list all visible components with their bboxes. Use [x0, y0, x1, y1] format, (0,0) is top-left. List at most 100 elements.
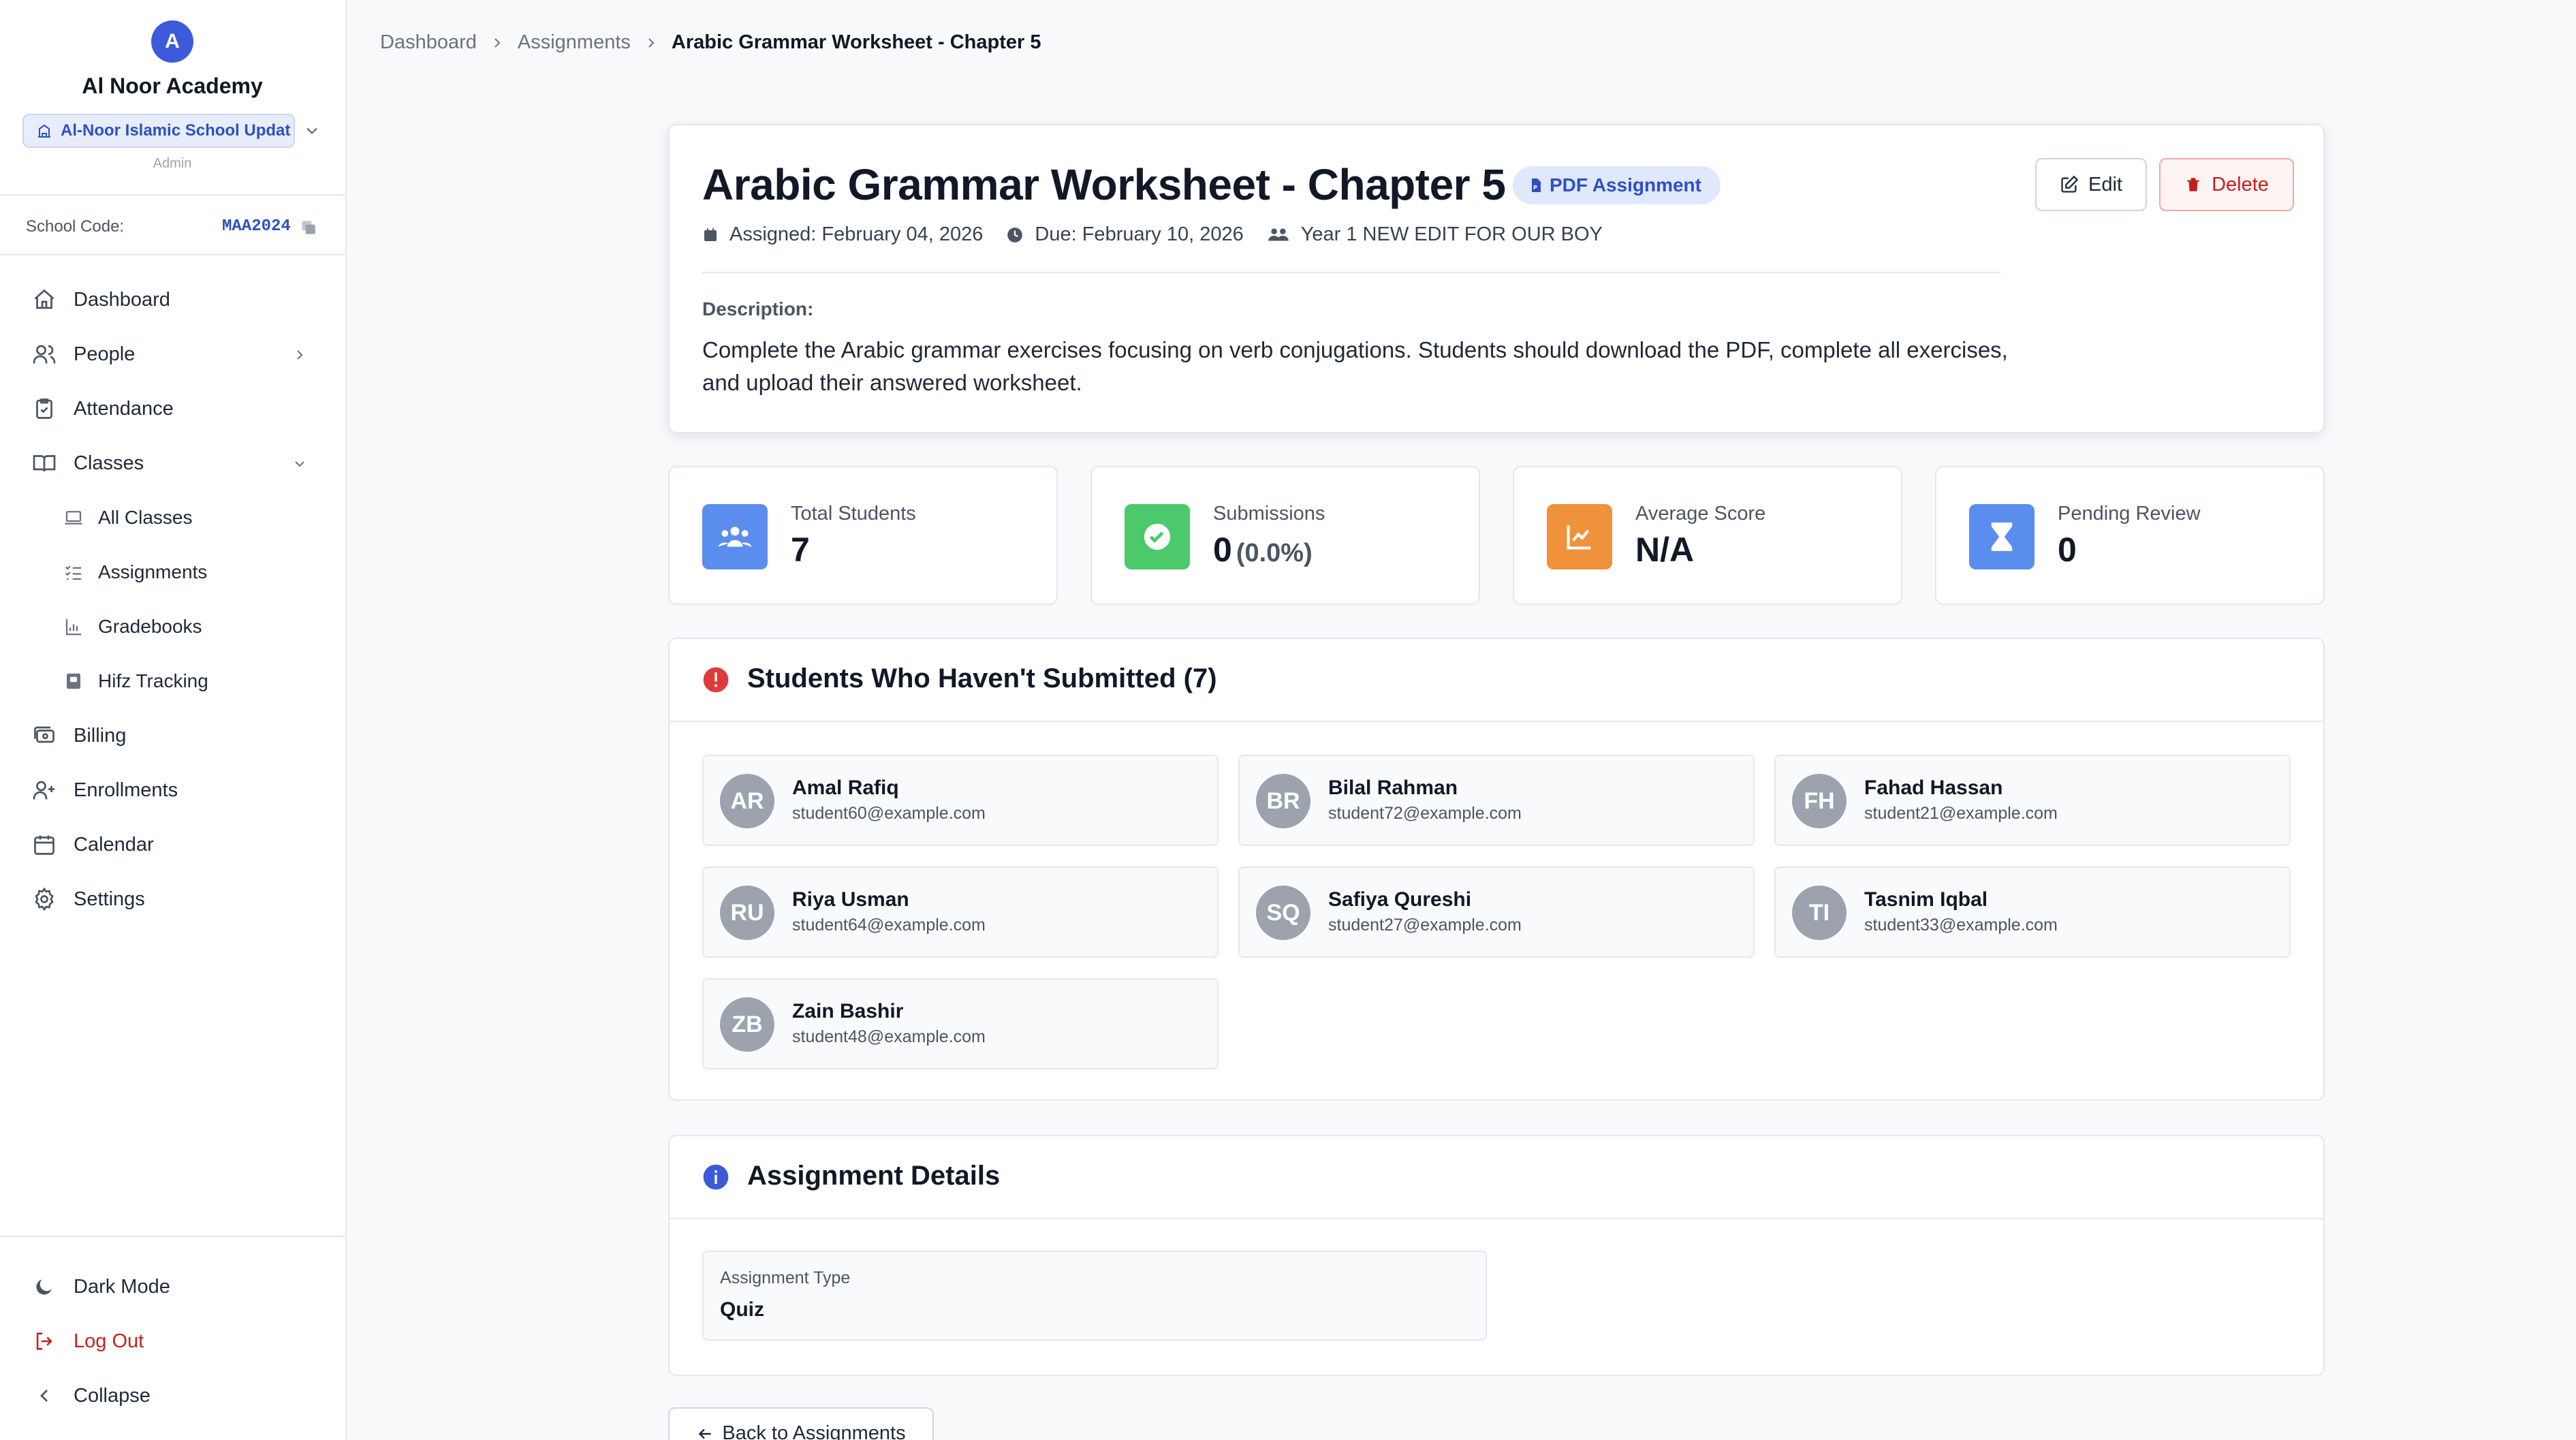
- sidebar-item-label: Dashboard: [74, 288, 170, 311]
- check-circle-icon: [1125, 504, 1190, 569]
- student-name: Bilal Rahman: [1328, 777, 1458, 799]
- stat-total-students: Total Students 7: [668, 466, 1058, 605]
- sidebar-item-label: Hifz Tracking: [98, 670, 208, 691]
- sidebar-item-billing[interactable]: Billing: [16, 713, 328, 758]
- list-item[interactable]: FH Fahad Hassan student21@example.com: [1774, 755, 2291, 846]
- clipboard-check-icon: [30, 394, 59, 423]
- logout-button[interactable]: Log Out: [16, 1319, 328, 1364]
- user-role: Admin: [153, 156, 192, 171]
- svg-text:P: P: [1533, 185, 1537, 191]
- academy-name: Al Noor Academy: [82, 74, 263, 98]
- avatar: ZB: [720, 997, 774, 1052]
- dark-mode-toggle[interactable]: Dark Mode: [16, 1264, 328, 1309]
- description-text: Complete the Arabic grammar exercises fo…: [702, 337, 2008, 395]
- collapse-label: Collapse: [74, 1384, 151, 1407]
- chevron-down-icon[interactable]: [302, 121, 321, 140]
- breadcrumb-dashboard[interactable]: Dashboard: [380, 31, 477, 54]
- school-selector[interactable]: Al-Noor Islamic School Updat: [22, 114, 295, 148]
- student-email: student21@example.com: [1864, 804, 2058, 823]
- student-name: Fahad Hassan: [1864, 777, 2003, 799]
- sidebar-item-label: Settings: [74, 888, 145, 910]
- list-item[interactable]: BR Bilal Rahman student72@example.com: [1238, 755, 1755, 846]
- due-date: Due: February 10, 2026: [1006, 223, 1244, 246]
- dark-mode-label: Dark Mode: [74, 1275, 170, 1298]
- student-email: student48@example.com: [792, 1027, 986, 1046]
- sidebar-item-people[interactable]: People: [16, 332, 328, 377]
- stat-value: N/A: [1635, 531, 1695, 569]
- sidebar-item-attendance[interactable]: Attendance: [16, 386, 328, 431]
- sidebar-item-calendar[interactable]: Calendar: [16, 822, 328, 867]
- arrow-left-icon: [699, 1428, 712, 1439]
- avatar: SQ: [1256, 886, 1310, 940]
- school-icon: [38, 124, 50, 138]
- line-chart-icon: [1547, 504, 1612, 569]
- student-email: student60@example.com: [792, 804, 986, 823]
- copy-icon[interactable]: [300, 219, 317, 236]
- sidebar-item-classes[interactable]: Classes: [16, 441, 328, 486]
- delete-button[interactable]: Delete: [2159, 158, 2294, 211]
- stat-label: Pending Review: [2058, 503, 2201, 525]
- assigned-class: Year 1 NEW EDIT FOR OUR BOY: [1267, 223, 1603, 246]
- sidebar-item-label: Gradebooks: [98, 616, 202, 637]
- breadcrumb-assignments[interactable]: Assignments: [518, 31, 631, 54]
- back-to-assignments-button[interactable]: Back to Assignments: [668, 1407, 934, 1440]
- user-plus-icon: [30, 776, 59, 804]
- assignment-type-badge: P PDF Assignment: [1513, 166, 1721, 204]
- list-item[interactable]: ZB Zain Bashir student48@example.com: [702, 978, 1219, 1069]
- assignment-type-label: Assignment Type: [720, 1268, 851, 1287]
- student-email: student64@example.com: [792, 915, 986, 935]
- sidebar-item-enrollments[interactable]: Enrollments: [16, 768, 328, 813]
- sidebar-item-label: People: [74, 343, 136, 365]
- chevron-right-icon: [297, 350, 303, 360]
- sidebar-item-hifz-tracking[interactable]: Hifz Tracking: [61, 659, 328, 704]
- sidebar-item-gradebooks[interactable]: Gradebooks: [61, 604, 328, 649]
- stat-label: Total Students: [791, 503, 916, 525]
- home-icon: [30, 285, 59, 314]
- moon-icon: [30, 1276, 59, 1298]
- chevron-right-icon: [643, 35, 659, 51]
- section-title: Students Who Haven't Submitted (7): [747, 663, 1217, 693]
- section-header: Assignment Details: [670, 1136, 2323, 1219]
- chevron-left-icon: [30, 1385, 59, 1407]
- bar-chart-icon: [61, 616, 86, 637]
- list-item[interactable]: TI Tasnim Iqbal student33@example.com: [1774, 866, 2291, 958]
- collapse-button[interactable]: Collapse: [16, 1373, 328, 1418]
- stat-value: 0 (0.0%): [1213, 530, 1313, 569]
- student-email: student33@example.com: [1864, 915, 2058, 935]
- submissions-count: 0: [1213, 531, 1232, 569]
- list-item[interactable]: AR Amal Rafiq student60@example.com: [702, 755, 1219, 846]
- laptop-icon: [61, 507, 86, 528]
- list-item[interactable]: SQ Safiya Qureshi student27@example.com: [1238, 866, 1755, 958]
- school-selector-label: Al-Noor Islamic School Updat: [61, 121, 291, 140]
- logout-icon: [30, 1330, 59, 1353]
- sidebar-item-label: Calendar: [74, 833, 154, 856]
- section-title: Assignment Details: [747, 1161, 1001, 1191]
- assignment-type-value: Quiz: [720, 1298, 764, 1321]
- student-email: student72@example.com: [1328, 804, 1522, 823]
- sidebar-item-dashboard[interactable]: Dashboard: [16, 277, 328, 322]
- submissions-percent: (0.0%): [1236, 539, 1313, 567]
- book-open-icon: [30, 449, 59, 478]
- sidebar-item-settings[interactable]: Settings: [16, 877, 328, 922]
- academy-avatar: A: [151, 20, 193, 63]
- list-item[interactable]: RU Riya Usman student64@example.com: [702, 866, 1219, 958]
- header-divider: [702, 272, 2000, 273]
- student-email: student27@example.com: [1328, 915, 1522, 935]
- stat-average-score: Average Score N/A: [1513, 466, 1902, 605]
- stat-pending-review: Pending Review 0: [1935, 466, 2325, 605]
- avatar: FH: [1792, 774, 1847, 828]
- sidebar-footer: Dark Mode Log Out Collapse: [0, 1236, 345, 1440]
- assigned-class-text: Year 1 NEW EDIT FOR OUR BOY: [1300, 223, 1603, 245]
- billing-icon: [30, 721, 59, 750]
- edit-button[interactable]: Edit: [2035, 158, 2147, 211]
- sidebar-item-all-classes[interactable]: All Classes: [61, 495, 328, 540]
- assignment-type-label: PDF Assignment: [1550, 174, 1701, 195]
- description-label: Description:: [702, 298, 814, 319]
- sidebar-item-label: Classes: [74, 452, 144, 474]
- not-submitted-section: Students Who Haven't Submitted (7) AR Am…: [668, 638, 2325, 1101]
- chevron-down-icon: [295, 461, 304, 467]
- sidebar-item-assignments[interactable]: Assignments: [61, 550, 328, 595]
- student-name: Amal Rafiq: [792, 777, 899, 799]
- stat-value: 7: [791, 531, 810, 569]
- alert-circle-icon: [703, 667, 729, 693]
